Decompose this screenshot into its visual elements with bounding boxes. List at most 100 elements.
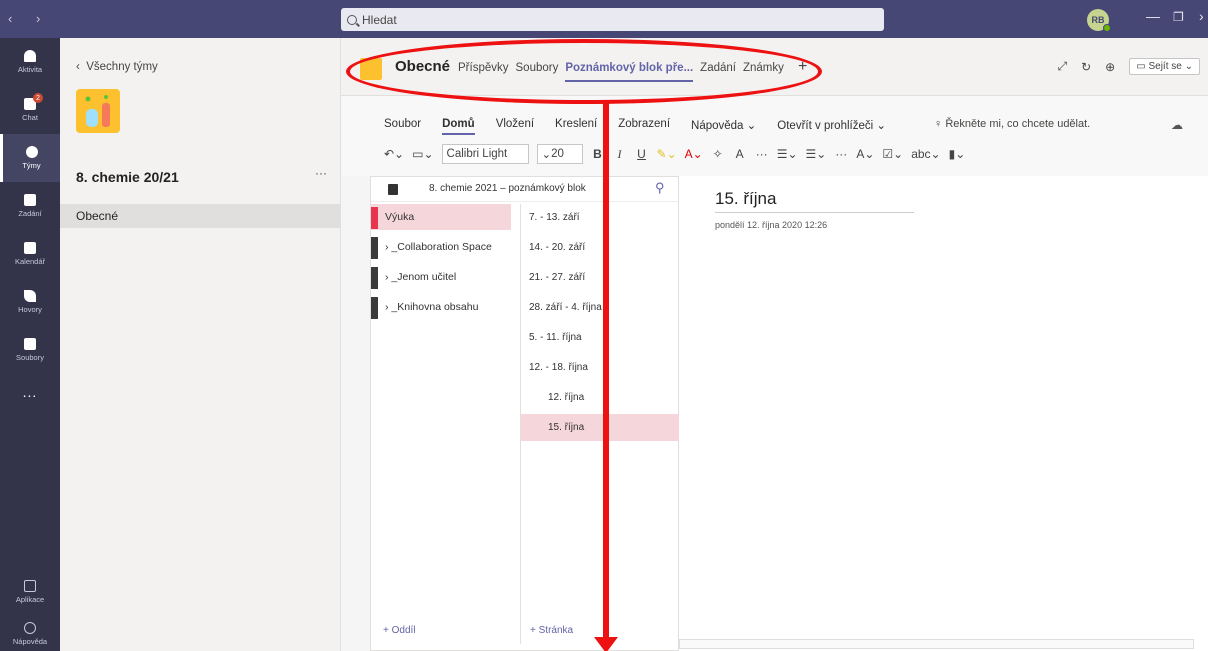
rail-item-teams[interactable]: Týmy: [0, 134, 60, 182]
chevron-right-icon: ›: [385, 271, 389, 283]
styles-icon[interactable]: A⌄: [856, 147, 874, 161]
back-to-teams-link[interactable]: ‹ Všechny týmy: [76, 61, 158, 73]
font-size-value: 20: [551, 148, 564, 160]
channel-item-general[interactable]: Obecné: [60, 204, 340, 228]
menu-help[interactable]: Nápověda ⌄: [691, 118, 756, 135]
page-item[interactable]: 14. - 20. září: [521, 234, 679, 261]
add-page-button[interactable]: + Stránka: [530, 625, 573, 636]
menu-insert[interactable]: Vložení: [496, 118, 534, 135]
undo-icon[interactable]: ↶⌄: [384, 147, 404, 161]
rail-label: Soubory: [16, 353, 44, 362]
format-painter-icon[interactable]: ✧: [711, 147, 725, 161]
search-input[interactable]: Hledat: [341, 8, 884, 31]
menu-draw[interactable]: Kreslení: [555, 118, 597, 135]
section-item[interactable]: › _Knihovna obsahu: [371, 294, 511, 320]
font-color-icon[interactable]: A⌄: [685, 147, 703, 161]
page-item[interactable]: 7. - 13. září: [521, 204, 679, 231]
rail-item-help[interactable]: Nápověda: [0, 610, 60, 651]
add-section-button[interactable]: + Oddíl: [383, 625, 416, 636]
history-nav[interactable]: ‹ ›: [8, 11, 50, 26]
meet-button[interactable]: ▭ Sejít se ⌄: [1129, 58, 1200, 75]
rail-label: Týmy: [22, 161, 41, 170]
phone-icon: [24, 290, 36, 302]
page-item[interactable]: 12. - 18. října: [521, 354, 679, 381]
highlight-icon[interactable]: ✎⌄: [657, 147, 677, 161]
rail-item-calendar[interactable]: Kalendář: [0, 230, 60, 278]
rail-item-more[interactable]: ...: [0, 368, 60, 416]
tag-icon[interactable]: ☑⌄: [882, 147, 903, 161]
close-icon[interactable]: ›: [1199, 8, 1204, 24]
page-title[interactable]: 15. října: [715, 189, 914, 213]
video-icon: ▭: [1136, 61, 1149, 72]
avatar-initials: RB: [1091, 15, 1105, 25]
font-family-select[interactable]: Calibri Light: [441, 144, 529, 164]
subpage-item[interactable]: 15. října: [521, 414, 679, 441]
page-item[interactable]: 28. září - 4. října: [521, 294, 679, 321]
tab-posts[interactable]: Příspěvky: [458, 62, 509, 82]
dictate-icon[interactable]: ▮⌄: [949, 147, 966, 161]
horizontal-scrollbar[interactable]: [679, 639, 1194, 649]
section-item[interactable]: Výuka: [371, 204, 511, 230]
page-canvas[interactable]: 15. října pondělí 12. října 2020 12:26: [679, 176, 1208, 651]
more-paragraph-icon[interactable]: ···: [834, 147, 848, 161]
avatar[interactable]: RB: [1087, 9, 1111, 32]
cloud-icon: ☁: [1171, 118, 1183, 132]
help-icon: [24, 622, 36, 634]
add-tab-button[interactable]: +: [798, 58, 807, 76]
refresh-icon[interactable]: ↻: [1081, 60, 1091, 74]
section-label: _Knihovna obsahu: [391, 301, 479, 313]
chat-icon: 2: [24, 93, 43, 110]
page-item[interactable]: 5. - 11. října: [521, 324, 679, 351]
menu-view[interactable]: Zobrazení: [618, 118, 670, 135]
rail-item-calls[interactable]: Hovory: [0, 278, 60, 326]
bullets-icon[interactable]: ☰⌄: [777, 147, 798, 161]
section-color-tab: [371, 207, 378, 229]
page-date: pondělí 12. října 2020 12:26: [715, 220, 828, 230]
ribbon: Soubor Domů Vložení Kreslení Zobrazení N…: [341, 96, 1208, 176]
chevron-right-icon: ›: [385, 301, 389, 313]
tab-notebook[interactable]: Poznámkový blok pře...: [565, 62, 694, 82]
assignments-icon: [24, 194, 36, 206]
spelling-icon[interactable]: abc⌄: [911, 147, 940, 161]
rail-item-apps[interactable]: Aplikace: [0, 568, 60, 616]
underline-icon[interactable]: U: [635, 147, 649, 161]
rail-item-chat[interactable]: 2 Chat: [0, 86, 60, 134]
italic-icon[interactable]: I: [613, 147, 627, 162]
rail-item-files[interactable]: Soubory: [0, 326, 60, 374]
menu-home[interactable]: Domů: [442, 118, 475, 135]
numbering-icon[interactable]: ☰⌄: [806, 147, 827, 161]
page-item[interactable]: 21. - 27. září: [521, 264, 679, 291]
notebook-search-icon[interactable]: ⚲: [655, 180, 665, 196]
open-in-browser-button[interactable]: Otevřít v prohlížeči ⌄: [777, 118, 886, 135]
more-formatting-icon[interactable]: ···: [755, 147, 769, 161]
ribbon-menus: Soubor Domů Vložení Kreslení Zobrazení N…: [384, 118, 886, 135]
tab-files[interactable]: Soubory: [516, 62, 559, 82]
team-more-button[interactable]: ···: [315, 166, 327, 180]
clear-format-icon[interactable]: A: [733, 147, 747, 161]
notebook-title[interactable]: 8. chemie 2021 – poznámkový blok: [371, 177, 678, 202]
expand-icon[interactable]: ⤢: [1058, 59, 1068, 74]
channel-tabs: Příspěvky Soubory Poznámkový blok pře...…: [458, 62, 784, 82]
section-color-tab: [371, 297, 378, 319]
rail-label: Chat: [22, 113, 38, 122]
minimize-icon[interactable]: —: [1146, 8, 1160, 24]
subpage-item[interactable]: 12. října: [521, 384, 679, 411]
section-item[interactable]: › _Jenom učitel: [371, 264, 511, 290]
tell-me-input[interactable]: ♀ Řekněte mi, co chcete udělat.: [934, 118, 1090, 130]
clipboard-icon[interactable]: ▭⌄: [412, 147, 433, 161]
tab-grades[interactable]: Známky: [743, 62, 784, 82]
menu-file[interactable]: Soubor: [384, 118, 421, 135]
section-item[interactable]: › _Collaboration Space: [371, 234, 511, 260]
presence-icon: [1103, 24, 1111, 32]
search-icon: [347, 14, 357, 25]
font-size-select[interactable]: ⌄ 20: [536, 144, 583, 164]
globe-icon[interactable]: ⊕: [1105, 60, 1115, 74]
rail-item-activity[interactable]: Aktivita: [0, 38, 60, 86]
tell-me-label: Řekněte mi, co chcete udělat.: [945, 118, 1091, 130]
maximize-icon[interactable]: ❐: [1173, 10, 1184, 24]
teams-icon: [25, 146, 38, 158]
page-list: 7. - 13. září 14. - 20. září 21. - 27. z…: [520, 204, 680, 644]
tab-assignments[interactable]: Zadání: [700, 62, 736, 82]
notebook-navigation: 8. chemie 2021 – poznámkový blok ⚲ Výuka…: [370, 176, 679, 651]
rail-item-assignments[interactable]: Zadání: [0, 182, 60, 230]
